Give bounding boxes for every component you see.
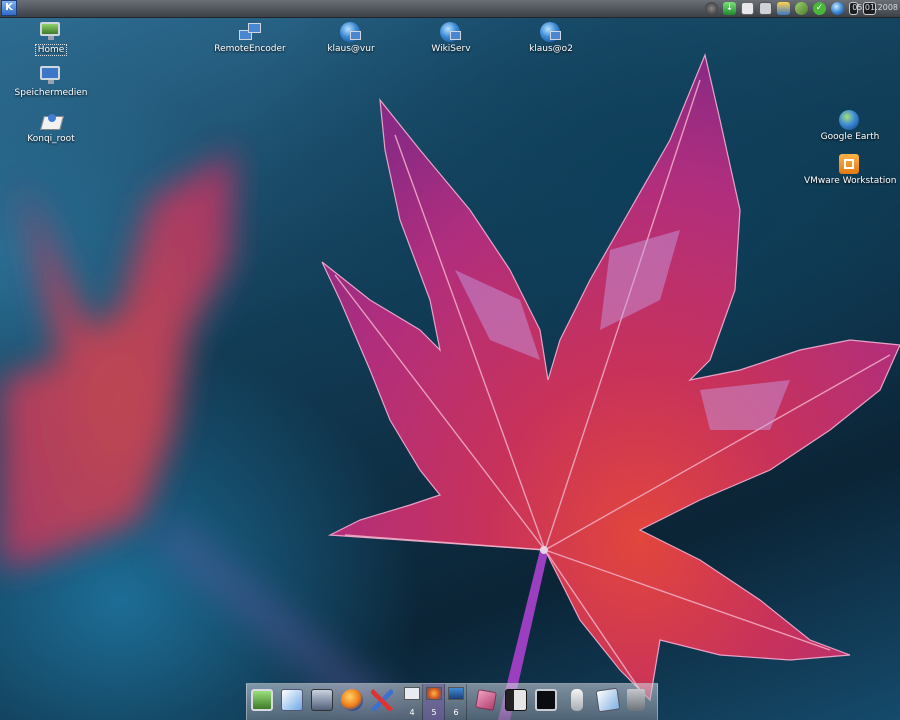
pager-desktop-number: 5: [431, 708, 437, 717]
tools-icon[interactable]: [371, 689, 393, 711]
remote-globe-icon: [340, 22, 362, 42]
maple-leaf-artwork: [0, 53, 900, 720]
desktop-icon-google-earth[interactable]: Google Earth: [818, 110, 882, 142]
desktop-icon-label: WikiServ: [431, 44, 471, 54]
terminal-icon[interactable]: [535, 689, 557, 711]
home-monitor-icon: [40, 22, 62, 42]
desktop-icon-label: RemoteEncoder: [214, 44, 286, 54]
desktop-icon-label: Konqi_root: [27, 134, 75, 144]
desktop-icon-label: klaus@vur: [327, 44, 375, 54]
konqueror-icon: [40, 112, 64, 132]
clock[interactable]: 05.01.2008: [852, 3, 898, 12]
top-panel: K ↓ ✓ 05.01.2008: [0, 0, 900, 18]
desktop-icon-label: Home: [34, 44, 68, 56]
bottom-dock-panel: 4 5 6: [246, 683, 658, 720]
desktop-icon-home[interactable]: Home: [20, 22, 82, 56]
image-viewer-icon[interactable]: [595, 687, 621, 713]
mail-icon[interactable]: [311, 689, 333, 711]
kmenu-button[interactable]: K: [1, 0, 17, 16]
desktop-icon[interactable]: [251, 689, 273, 711]
desktop-icon-klaus-o2[interactable]: klaus@o2: [522, 22, 580, 54]
desktop-icon-label: Google Earth: [820, 132, 880, 142]
computer-icon: [40, 66, 62, 86]
download-icon[interactable]: ↓: [723, 2, 736, 15]
desktop-icon-speichermedien[interactable]: Speichermedien: [14, 66, 88, 98]
kwrite-icon[interactable]: [281, 689, 303, 711]
speaker-icon[interactable]: [705, 2, 718, 15]
desktop-icon-label: klaus@o2: [529, 44, 573, 54]
desktop-icon-wikiserv[interactable]: WikiServ: [422, 22, 480, 54]
network-monitor-icon[interactable]: [777, 2, 790, 15]
pager-desktop-6[interactable]: 6: [445, 684, 467, 720]
pager-desktop-number: 6: [453, 708, 459, 717]
network-computers-icon: [239, 22, 261, 42]
desktop-icon-remoteencoder[interactable]: RemoteEncoder: [214, 22, 286, 54]
remote-globe-icon: [440, 22, 462, 42]
cube-icon[interactable]: [475, 689, 497, 711]
trash-icon[interactable]: [627, 689, 645, 711]
printer-icon[interactable]: [759, 2, 772, 15]
desktop-icon-label: Speichermedien: [14, 88, 88, 98]
desktop-icon-vmware-workstation[interactable]: VMware Workstation: [804, 154, 896, 186]
pager-desktop-5[interactable]: 5: [423, 684, 445, 720]
desktop-wallpaper: [0, 0, 900, 720]
pager-desktop-4[interactable]: 4: [401, 684, 423, 720]
connection-icon[interactable]: [795, 2, 808, 15]
desktop-icon-label: VMware Workstation: [804, 176, 897, 186]
google-earth-icon: [839, 110, 861, 130]
usb-icon[interactable]: [571, 689, 583, 711]
update-ok-icon[interactable]: ✓: [813, 2, 826, 15]
desktop-icon-konqi-root[interactable]: Konqi_root: [20, 112, 82, 144]
desktop-icon-klaus-vur[interactable]: klaus@vur: [322, 22, 380, 54]
pager-desktop-number: 4: [409, 708, 415, 717]
system-tray: ↓ ✓: [705, 1, 876, 16]
network-globe-icon[interactable]: [831, 2, 844, 15]
clipboard-icon[interactable]: [741, 2, 754, 15]
remote-globe-icon: [540, 22, 562, 42]
virtual-desktop-pager: 4 5 6: [401, 684, 469, 720]
panel-icon[interactable]: [505, 689, 527, 711]
firefox-icon[interactable]: [341, 689, 363, 711]
vmware-icon: [839, 154, 861, 174]
